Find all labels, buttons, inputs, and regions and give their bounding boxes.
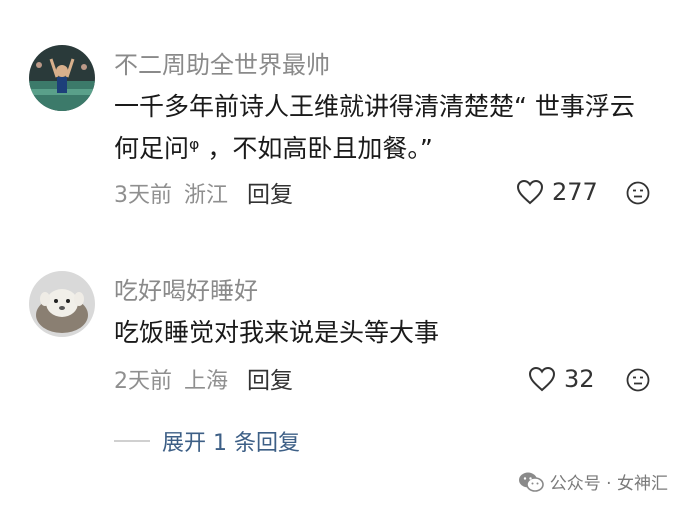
reply-button[interactable]: 回复 (247, 368, 293, 394)
watermark: 公众号 · 女神汇 (518, 469, 668, 494)
watermark-text: 公众号 · 女神汇 (549, 474, 668, 494)
comment-time: 3天前 (114, 183, 172, 208)
avatar[interactable] (29, 45, 95, 111)
emoji-button[interactable] (626, 368, 650, 392)
emoji-button[interactable] (626, 181, 650, 205)
comment-location: 浙江 (184, 183, 229, 208)
like-button[interactable]: 277 (516, 178, 598, 206)
wechat-logo-icon (518, 472, 544, 492)
comment-time: 2天前 (114, 369, 172, 394)
username[interactable]: 不二周助全世界最帅 (114, 50, 330, 80)
comment-location: 上海 (184, 369, 229, 394)
comment-meta: 3天前 浙江 回复 (114, 181, 293, 210)
like-button[interactable]: 32 (528, 365, 595, 393)
heart-outline-icon (516, 179, 544, 205)
username[interactable]: 吃好喝好睡好 (114, 276, 258, 306)
emoji-face-icon (626, 368, 650, 392)
like-count: 277 (552, 178, 598, 206)
like-count: 32 (564, 365, 595, 393)
divider (114, 440, 150, 442)
comment-text-line: 一千多年前诗人王维就讲得清清楚楚“ 世事浮云 (114, 92, 635, 121)
avatar[interactable] (29, 271, 95, 337)
expand-replies-label: 展开 1 条回复 (162, 431, 300, 456)
emoji-face-icon (626, 181, 650, 205)
heart-outline-icon (528, 366, 556, 392)
reply-button[interactable]: 回复 (247, 182, 293, 208)
comment-text-line: 何足问ᵠ ，不如高卧且加餐。” (114, 134, 433, 163)
comment-text-line: 吃饭睡觉对我来说是头等大事 (114, 318, 440, 347)
comment-meta: 2天前 上海 回复 (114, 367, 293, 396)
expand-replies-button[interactable]: 展开 1 条回复 (114, 425, 300, 457)
